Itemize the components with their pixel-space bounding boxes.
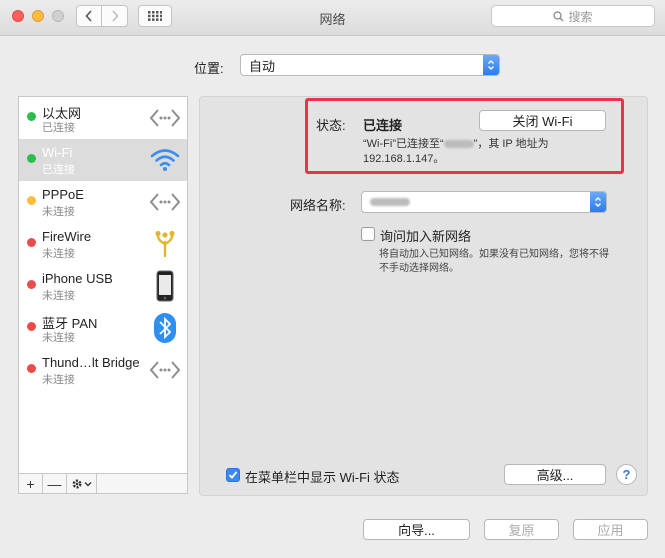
status-dot [27, 154, 36, 163]
service-item-ethernet[interactable]: 以太网 已连接 [19, 97, 187, 139]
advanced-button[interactable]: 高级... [504, 464, 606, 485]
ppp-arrows-icon [149, 187, 181, 217]
service-item-pppoe[interactable]: PPPoE 未连接 [19, 181, 187, 223]
ethernet-arrows-icon [149, 103, 181, 133]
redacted-network-name [443, 140, 474, 149]
wifi-icon [149, 145, 181, 175]
status-dot [27, 364, 36, 373]
service-status: 已连接 [42, 122, 75, 134]
service-item-firewire[interactable]: FireWire 未连接 [19, 223, 187, 265]
action-menu-button[interactable] [67, 474, 97, 493]
search-icon [553, 10, 564, 21]
revert-button[interactable]: 复原 [484, 519, 559, 540]
service-status: 未连接 [42, 374, 75, 386]
popup-arrows-icon [483, 55, 499, 75]
service-status: 已连接 [42, 164, 75, 176]
service-status: 未连接 [42, 332, 75, 344]
location-popup[interactable]: 自动 [240, 54, 500, 76]
service-name: iPhone USB [42, 271, 113, 286]
show-in-menubar-checkbox[interactable] [226, 468, 240, 482]
turn-wifi-off-button[interactable]: 关闭 Wi-Fi [479, 110, 606, 131]
search-placeholder: 搜索 [568, 9, 593, 24]
iphone-icon [149, 270, 181, 302]
network-name-label: 网络名称: [290, 198, 346, 213]
service-status: 未连接 [42, 206, 75, 218]
service-name: FireWire [42, 229, 92, 244]
apply-button[interactable]: 应用 [573, 519, 648, 540]
network-name-popup[interactable] [361, 191, 607, 213]
ask-join-label: 询问加入新网络 [380, 229, 472, 244]
status-dot [27, 112, 36, 121]
thunderbolt-arrows-icon [149, 355, 181, 385]
service-item-iphone-usb[interactable]: iPhone USB 未连接 [19, 265, 187, 307]
ip-address: 192.168.1.147。 [363, 153, 445, 165]
service-list: 以太网 已连接 Wi-Fi 已连接 PPPoE 未连接 FireWire 未连接… [18, 96, 188, 474]
bluetooth-icon [149, 313, 181, 343]
remove-service-button[interactable]: — [43, 474, 67, 493]
firewire-icon [149, 229, 181, 259]
service-list-toolbar: + — [18, 474, 188, 494]
status-desc-suffix: ”，其 IP 地址为 [473, 138, 549, 150]
redacted-network-name [370, 198, 410, 206]
status-dot [27, 238, 36, 247]
assist-me-button[interactable]: 向导... [363, 519, 470, 540]
status-dot [27, 280, 36, 289]
title-bar: 网络 搜索 [0, 0, 665, 36]
gear-icon [71, 478, 91, 489]
service-name: PPPoE [42, 187, 84, 202]
status-description: “Wi-Fi”已连接至“ ”，其 IP 地址为 192.168.1.147。 [363, 137, 603, 167]
checkmark-icon [228, 471, 238, 479]
status-dot [27, 196, 36, 205]
location-value: 自动 [249, 58, 276, 74]
ask-join-checkbox[interactable] [361, 227, 375, 241]
service-item-bluetooth-pan[interactable]: 蓝牙 PAN 未连接 [19, 307, 187, 349]
search-field[interactable]: 搜索 [491, 5, 655, 27]
status-label: 状态: [316, 118, 346, 133]
help-button[interactable]: ? [616, 464, 637, 485]
service-name: Wi-Fi [42, 145, 73, 160]
status-dot [27, 322, 36, 331]
service-item-wifi[interactable]: Wi-Fi 已连接 [19, 139, 187, 181]
service-status: 未连接 [42, 290, 75, 302]
service-status: 未连接 [42, 248, 75, 260]
show-in-menubar-label: 在菜单栏中显示 Wi-Fi 状态 [245, 470, 400, 485]
ask-join-description: 将自动加入已知网络。如果没有已知网络，您将不得不手动选择网络。 [379, 249, 609, 274]
status-desc-prefix: “Wi-Fi”已连接至“ [363, 138, 444, 150]
add-service-button[interactable]: + [19, 474, 43, 493]
service-name: Thund…lt Bridge [42, 355, 140, 370]
popup-arrows-icon [590, 192, 606, 212]
service-item-thunderbolt-bridge[interactable]: Thund…lt Bridge 未连接 [19, 349, 187, 391]
status-value: 已连接 [363, 118, 403, 133]
location-label: 位置: [194, 61, 224, 76]
